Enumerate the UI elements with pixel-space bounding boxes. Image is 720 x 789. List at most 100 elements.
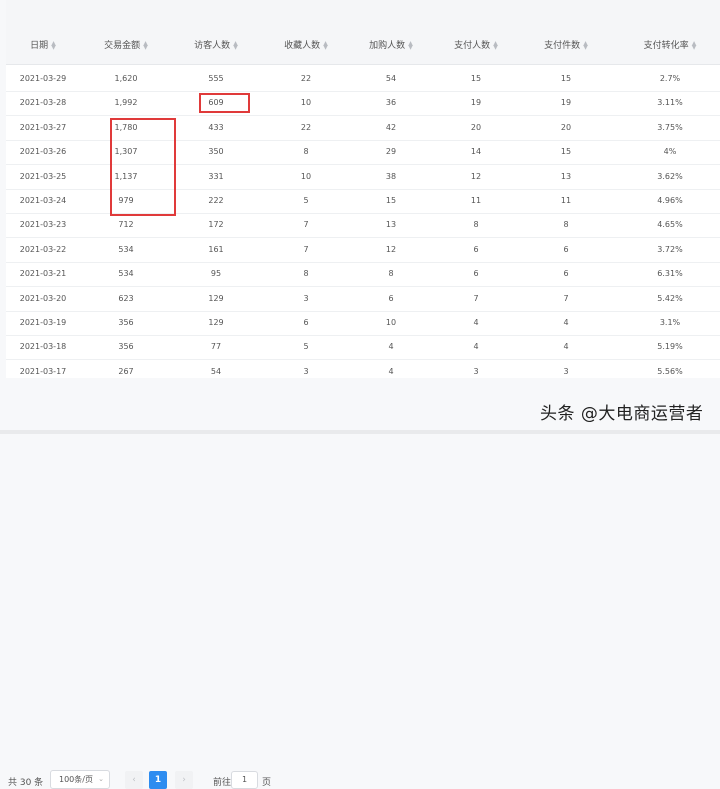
data-table: 日期 ▲ ▼ 交易金额 ▲ ▼ 访客人数 ▲ ▼ 收藏人数 ▲ ▼ 加购人数 ▲ ▼ 支付人数 ▲ ▼ 支付件数 ▲ ▼… [6,0,720,378]
cell-favorites: 5 [303,342,309,352]
cell-visitors: 609 [208,98,224,108]
cell-conversion-rate: 3.72% [657,244,683,254]
cell-favorites: 3 [303,293,309,303]
sort-icon[interactable]: ▲ ▼ [408,40,413,50]
cell-payers: 4 [473,318,479,327]
sort-icon[interactable]: ▲ ▼ [233,40,238,50]
goto-label: 前往 [213,778,232,788]
cell-cart-adds: 15 [385,196,397,205]
cell-conversion-rate: 5.19% [657,342,683,352]
table-row: 2021-03-26 1,307 350 8 29 14 15 4% [6,140,720,166]
table-row: 2021-03-21 534 95 8 8 6 6 6.31% [6,262,720,288]
table-row: 2021-03-18 356 77 5 4 4 4 5.19% [6,335,720,361]
cell-visitors: 54 [210,366,222,376]
cell-payers: 6 [473,269,479,279]
cell-favorites: 7 [303,244,309,254]
column-header-label: 加购人数 [369,41,406,51]
cell-date: 2021-03-25 [19,171,67,181]
sort-icon[interactable]: ▲ ▼ [583,40,588,50]
column-header-visitors[interactable]: 访客人数 ▲ ▼ [194,38,238,51]
column-header-cart-adds[interactable]: 加购人数 ▲ ▼ [369,38,413,51]
cell-pay-items: 6 [563,269,569,279]
page-unit-label: 页 [262,778,272,788]
cell-visitors: 222 [208,196,224,205]
cell-visitors: 129 [208,318,224,327]
sort-icon[interactable]: ▲ ▼ [692,40,697,50]
column-header-payers[interactable]: 支付人数 ▲ ▼ [454,38,498,51]
cell-pay-items: 11 [560,196,572,205]
sort-icon[interactable]: ▲ ▼ [143,40,148,50]
chevron-down-icon: ⌄ [98,775,104,783]
cell-payers: 4 [473,342,479,352]
table-row: 2021-03-29 1,620 555 22 54 15 15 2.7% [6,67,720,92]
cell-amount: 1,780 [114,122,138,132]
cell-conversion-rate: 4.96% [657,196,683,205]
prev-page-button[interactable]: ‹ [125,771,143,789]
cell-pay-items: 6 [563,244,569,254]
cell-cart-adds: 38 [385,171,397,181]
cell-conversion-rate: 5.56% [657,366,683,376]
cell-amount: 356 [118,342,134,352]
cell-favorites: 10 [300,98,312,108]
cell-cart-adds: 4 [388,342,394,352]
page-number-1[interactable]: 1 [149,771,167,789]
cell-pay-items: 19 [560,98,572,108]
cell-amount: 534 [118,244,134,254]
cell-amount: 1,992 [114,98,138,108]
cell-favorites: 3 [303,366,309,376]
cell-cart-adds: 10 [385,318,397,327]
cell-pay-items: 4 [563,318,569,327]
cell-visitors: 161 [208,244,224,254]
cell-conversion-rate: 4.65% [657,220,683,230]
cell-payers: 19 [470,98,482,108]
goto-page-input[interactable]: 1 [231,771,258,789]
cell-pay-items: 20 [560,122,572,132]
page-size-value: 100条/页 [59,775,93,784]
cell-conversion-rate: 4% [663,147,677,157]
cell-date: 2021-03-23 [19,220,67,230]
cell-date: 2021-03-17 [19,366,67,376]
page-size-select[interactable]: 100条/页 ⌄ [50,770,110,789]
cell-payers: 12 [470,171,482,181]
cell-amount: 534 [118,269,134,279]
cell-payers: 6 [473,244,479,254]
cell-payers: 15 [470,74,482,83]
cell-date: 2021-03-18 [19,342,67,352]
cell-payers: 3 [473,366,479,376]
column-header-date[interactable]: 日期 ▲ ▼ [30,38,56,51]
cell-cart-adds: 6 [388,293,394,303]
cell-pay-items: 15 [560,147,572,157]
table-row: 2021-03-19 356 129 6 10 4 4 3.1% [6,311,720,336]
cell-pay-items: 15 [560,74,572,83]
cell-conversion-rate: 3.11% [657,98,683,108]
sort-icon[interactable]: ▲ ▼ [493,40,498,50]
next-page-button[interactable]: › [175,771,193,789]
sort-icon[interactable]: ▲ ▼ [51,40,56,50]
cell-favorites: 22 [300,122,312,132]
total-count: 共 30 条 [8,778,44,788]
cell-visitors: 172 [208,220,224,230]
table-row: 2021-03-22 534 161 7 12 6 6 3.72% [6,238,720,263]
column-header-pay-items[interactable]: 支付件数 ▲ ▼ [544,38,588,51]
cell-cart-adds: 29 [385,147,397,157]
column-header-label: 日期 [30,41,49,51]
cell-cart-adds: 12 [385,244,397,254]
chevron-left-icon: ‹ [132,775,136,785]
cell-cart-adds: 42 [385,122,397,132]
cell-amount: 356 [118,318,134,327]
column-header-favorites[interactable]: 收藏人数 ▲ ▼ [284,38,328,51]
cell-date: 2021-03-28 [19,98,67,108]
column-header-amount[interactable]: 交易金额 ▲ ▼ [104,38,148,51]
column-header-label: 收藏人数 [284,41,321,51]
cell-payers: 14 [470,147,482,157]
cell-favorites: 7 [303,220,309,230]
chevron-right-icon: › [182,775,186,785]
table-row: 2021-03-28 1,992 609 10 36 19 19 3.11% [6,91,720,117]
table-header: 日期 ▲ ▼ 交易金额 ▲ ▼ 访客人数 ▲ ▼ 收藏人数 ▲ ▼ 加购人数 ▲ ▼ 支付人数 ▲ ▼ 支付件数 ▲ ▼… [6,0,720,64]
cell-date: 2021-03-24 [19,196,67,205]
cell-pay-items: 13 [560,171,572,181]
sort-icon[interactable]: ▲ ▼ [323,40,328,50]
column-header-conversion-rate[interactable]: 支付转化率 ▲ ▼ [644,38,697,51]
cell-date: 2021-03-29 [19,74,67,83]
cell-payers: 8 [473,220,479,230]
